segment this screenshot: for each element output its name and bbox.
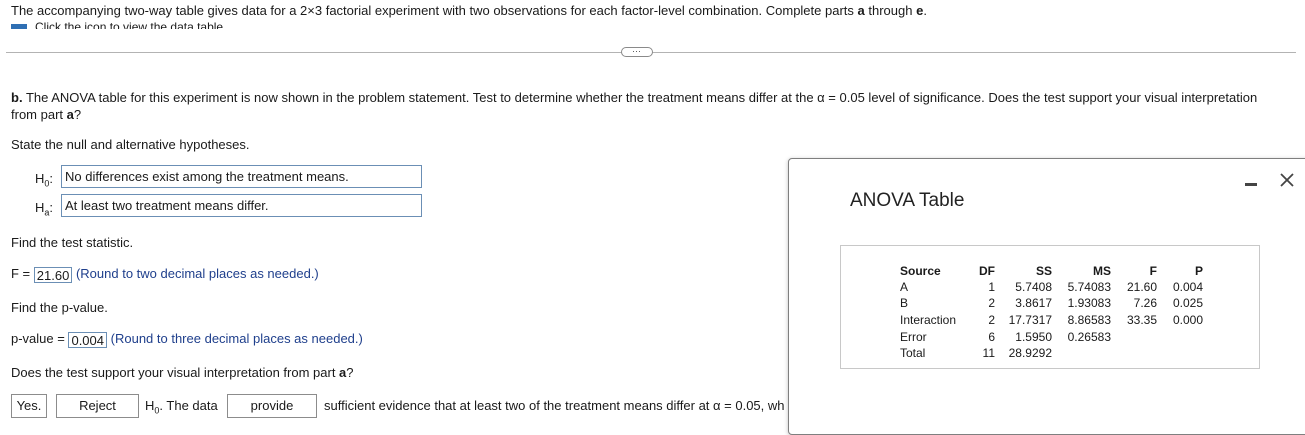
- support-h0-text: H0. The data: [145, 398, 218, 419]
- support-data-text: . The data: [159, 398, 218, 413]
- part-b-label: b.: [11, 90, 23, 105]
- ha-answer-field[interactable]: At least two treatment means differ.: [61, 194, 422, 217]
- anova-header-f: F: [1149, 264, 1157, 278]
- h0-subscript: 0: [44, 178, 50, 189]
- intro-text-main: The accompanying two-way table gives dat…: [11, 3, 858, 18]
- anova-row-error-ms: 0.26583: [1067, 330, 1111, 344]
- anova-row-a-p: 0.004: [1172, 280, 1203, 294]
- anova-row-b-p: 0.025: [1172, 296, 1203, 310]
- expand-ellipsis-button[interactable]: ⋯: [621, 47, 653, 57]
- anova-row-interaction-source: Interaction: [900, 313, 957, 327]
- decision-dropdown[interactable]: Reject: [56, 394, 139, 418]
- anova-row-b-source: B: [900, 296, 909, 310]
- provide-dropdown[interactable]: provide: [227, 394, 317, 418]
- anova-row-b-df: 2: [988, 296, 995, 310]
- anova-row-interaction-f: 33.35: [1126, 313, 1157, 327]
- anova-title: ANOVA Table: [850, 190, 965, 211]
- view-data-table-link[interactable]: Click the icon to view the data table.: [11, 20, 226, 29]
- anova-row-total-source: Total: [900, 346, 926, 360]
- anova-header-ss: SS: [1035, 264, 1052, 278]
- support-prompt: Does the test support your visual interp…: [11, 365, 354, 381]
- anova-header-p: P: [1194, 264, 1203, 278]
- intro-text-mid: through: [864, 3, 917, 18]
- anova-row-b-ss: 3.8617: [1015, 296, 1052, 310]
- anova-header-df: DF: [979, 264, 995, 278]
- f-label: F =: [11, 266, 31, 281]
- part-b-text: The ANOVA table for this experiment is n…: [11, 90, 1258, 122]
- pvalue-label: p-value =: [11, 331, 65, 346]
- close-icon[interactable]: [1278, 171, 1296, 189]
- anova-row-interaction-ss: 17.7317: [1008, 313, 1052, 327]
- part-b-question: b. The ANOVA table for this experiment i…: [11, 89, 1286, 123]
- minimize-icon[interactable]: [1245, 183, 1257, 186]
- support-end: ?: [346, 365, 354, 380]
- anova-row-a-ms: 5.74083: [1067, 280, 1111, 294]
- f-answer-field[interactable]: 21.60: [33, 266, 73, 283]
- anova-row-interaction-df: 2: [988, 313, 995, 327]
- anova-row-total-ss: 28.9292: [1008, 346, 1052, 360]
- anova-row-a-ss: 5.7408: [1015, 280, 1052, 294]
- anova-row-error-source: Error: [900, 330, 927, 344]
- pvalue-answer-field[interactable]: 0.004: [68, 331, 108, 348]
- anova-row-error-ss: 1.5950: [1015, 330, 1052, 344]
- part-b-end: ?: [73, 107, 82, 122]
- statistic-prompt: Find the test statistic.: [11, 235, 134, 250]
- ha-label: Ha:: [35, 200, 54, 218]
- data-table-icon[interactable]: [11, 24, 27, 29]
- anova-row-a-df: 1: [988, 280, 995, 294]
- anova-row-b-f: 7.26: [1133, 296, 1157, 310]
- pvalue-prompt: Find the p-value.: [11, 300, 108, 315]
- hypotheses-prompt: State the null and alternative hypothese…: [11, 137, 250, 152]
- anova-row-a-f: 21.60: [1126, 280, 1157, 294]
- anova-row-interaction-p: 0.000: [1172, 313, 1203, 327]
- anova-header-ms: MS: [1093, 264, 1111, 278]
- anova-row-total-df: 11: [982, 346, 995, 360]
- intro-text-end: .: [923, 3, 927, 18]
- intro-part-a: a: [857, 3, 865, 18]
- f-rounding-hint: (Round to two decimal places as needed.): [75, 266, 319, 281]
- support-rest-text: sufficient evidence that at least two of…: [324, 398, 785, 413]
- ha-letter: H: [35, 200, 45, 215]
- anova-row-a-source: A: [900, 280, 909, 294]
- anova-row-interaction-ms: 8.86583: [1067, 313, 1111, 327]
- anova-popup-window: ANOVA Table Source DF SS MS F P A 1 5.74…: [788, 158, 1305, 435]
- support-h0-letter: H: [145, 398, 155, 413]
- h0-label: H0:: [35, 171, 54, 189]
- anova-header-source: Source: [900, 264, 941, 278]
- h0-letter: H: [35, 171, 45, 186]
- data-link-label[interactable]: Click the icon to view the data table.: [35, 20, 226, 29]
- anova-row-b-ms: 1.93083: [1067, 296, 1111, 310]
- h0-answer-field[interactable]: No differences exist among the treatment…: [61, 165, 422, 188]
- support-answer-dropdown[interactable]: Yes.: [11, 394, 47, 418]
- pvalue-rounding-hint: (Round to three decimal places as needed…: [110, 331, 363, 346]
- anova-table: Source DF SS MS F P A 1 5.7408 5.74083 2…: [840, 245, 1260, 369]
- statistic-row: F = 21.60 (Round to two decimal places a…: [11, 266, 319, 283]
- part-b-ref: a: [66, 107, 74, 122]
- intro-text: The accompanying two-way table gives dat…: [11, 3, 927, 19]
- ha-subscript: a: [44, 207, 50, 218]
- anova-row-error-df: 6: [988, 330, 995, 344]
- pvalue-row: p-value = 0.004 (Round to three decimal …: [11, 331, 363, 348]
- support-prompt-text: Does the test support your visual interp…: [11, 365, 340, 380]
